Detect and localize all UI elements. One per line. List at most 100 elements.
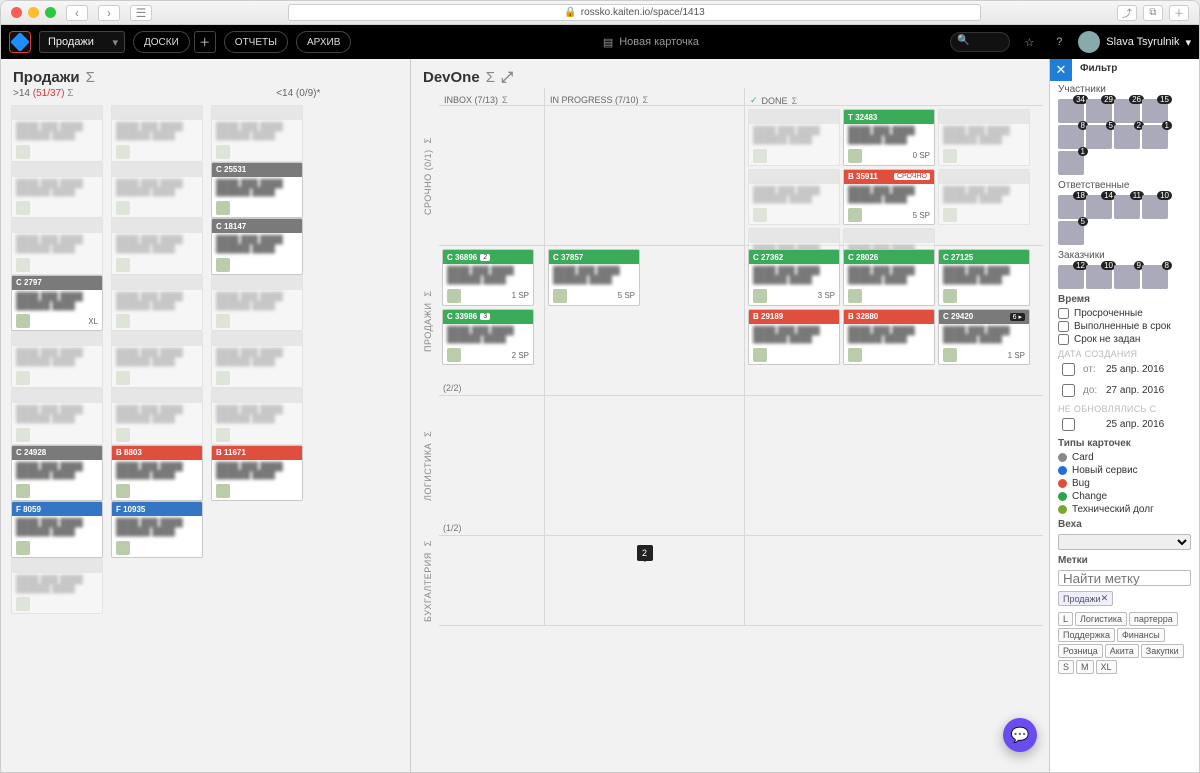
kanban-card[interactable]: C 368962 ████ ███ ██████████ ████ 1 SP — [442, 249, 534, 306]
kanban-card[interactable]: ████ ███ ██████████ ████ — [11, 331, 103, 388]
tag-option[interactable]: Финансы — [1117, 628, 1165, 642]
checkbox-overdue[interactable]: Просроченные — [1050, 307, 1199, 320]
chat-fab[interactable]: 💬 — [1003, 718, 1037, 752]
kanban-card[interactable]: ████ ███ ██████████ ████ — [111, 105, 203, 162]
find-tag-input[interactable] — [1058, 570, 1191, 586]
swimlane-label[interactable]: БУХГАЛТЕРИЯ Σ — [417, 536, 439, 626]
kanban-card[interactable]: ████ ███ ██████████ ████ — [11, 105, 103, 162]
card-type-option[interactable]: Change — [1050, 490, 1199, 503]
kanban-card[interactable]: ████ ███ ██████████ ████ — [111, 275, 203, 332]
app-logo[interactable] — [9, 31, 31, 53]
tag-selected[interactable]: Продажи ✕ — [1058, 591, 1113, 606]
milestone-select[interactable] — [1058, 534, 1191, 550]
expand-icon[interactable]: ⤢ — [501, 69, 513, 86]
tag-option[interactable]: Логистика — [1075, 612, 1127, 626]
member-avatar[interactable]: 5 — [1086, 125, 1112, 149]
tag-option[interactable]: Поддержка — [1058, 628, 1115, 642]
archive-button[interactable]: АРХИВ — [296, 31, 351, 53]
kanban-card[interactable]: ████ ███ ██████████ ████ — [938, 169, 1030, 226]
kanban-card[interactable]: ████ ███ ██████████ ████ — [211, 105, 303, 162]
kanban-card[interactable]: ████ ███ ██████████ ████ — [11, 388, 103, 445]
kanban-card[interactable]: B 29189 ████ ███ ██████████ ████ — [748, 309, 840, 366]
member-avatar[interactable]: 8 — [1142, 265, 1168, 289]
checkbox-nodue[interactable]: Срок не задан — [1050, 333, 1199, 346]
kanban-card[interactable]: C 28026 ████ ███ ██████████ ████ — [843, 249, 935, 306]
tag-option[interactable]: XL — [1096, 660, 1117, 674]
kanban-card[interactable]: C 2797 ████ ███ ██████████ ████ XL — [11, 275, 103, 332]
boards-button[interactable]: ДОСКИ — [133, 31, 190, 53]
kanban-card[interactable]: C 24928 ████ ███ ██████████ ████ — [11, 445, 103, 502]
kanban-card[interactable]: B 32880 ████ ███ ██████████ ████ — [843, 309, 935, 366]
tabs-button[interactable]: ⧉ — [1143, 5, 1163, 21]
new-card-label[interactable]: Новая карточка — [619, 36, 699, 48]
kanban-card[interactable]: ████ ███ ██████████ ████ — [748, 169, 840, 226]
kanban-card[interactable]: B 8803 ████ ███ ██████████ ████ — [111, 445, 203, 502]
sigma-icon[interactable]: Σ — [486, 69, 495, 86]
new-tab-button[interactable]: ＋ — [1169, 5, 1189, 21]
kanban-card[interactable]: T 32483 ████ ███ ██████████ ████ 0 SP — [843, 109, 935, 166]
kanban-card[interactable]: ████ ███ ██████████ ████ — [111, 162, 203, 219]
tag-option[interactable]: Акита — [1105, 644, 1139, 658]
kanban-card[interactable]: ████ ███ ██████████ ████ — [211, 331, 303, 388]
card-type-option[interactable]: Новый сервис — [1050, 464, 1199, 477]
card-type-option[interactable]: Card — [1050, 451, 1199, 464]
member-avatar[interactable]: 15 — [1142, 99, 1168, 123]
help-button[interactable]: ? — [1048, 31, 1070, 53]
kanban-card[interactable]: ████ ███ ██████████ ████ — [211, 388, 303, 445]
share-button[interactable]: ⤴ — [1117, 5, 1137, 21]
tag-option[interactable]: L — [1058, 612, 1073, 626]
member-avatar[interactable]: 5 — [1058, 221, 1084, 245]
swimlane-label[interactable]: ЛОГИСТИКА Σ — [417, 396, 439, 536]
member-avatar[interactable]: 10 — [1142, 195, 1168, 219]
member-avatar[interactable]: 1 — [1142, 125, 1168, 149]
kanban-card[interactable]: ████ ███ ██████████ ████ — [111, 388, 203, 445]
kanban-card[interactable]: ████ ███ ██████████ ████ — [111, 331, 203, 388]
member-avatar[interactable]: 34 — [1058, 99, 1084, 123]
kanban-card[interactable]: C 27125 ████ ███ ██████████ ████ — [938, 249, 1030, 306]
back-button[interactable]: ‹ — [66, 5, 88, 21]
card-type-option[interactable]: Технический долг — [1050, 503, 1199, 516]
kanban-card[interactable]: C 18147 ████ ███ ██████████ ████ — [211, 218, 303, 275]
member-avatar[interactable]: 2 — [1114, 125, 1140, 149]
kanban-card[interactable]: B 11671 ████ ███ ██████████ ████ — [211, 445, 303, 502]
user-menu[interactable]: Slava Tsyrulnik ▾ — [1078, 31, 1191, 53]
kanban-card[interactable]: C 37857 ████ ███ ██████████ ████ 5 SP — [548, 249, 640, 306]
kanban-card[interactable]: ████ ███ ██████████ ████ — [211, 275, 303, 332]
tag-option[interactable]: M — [1076, 660, 1094, 674]
space-dropdown[interactable]: Продажи — [39, 31, 125, 53]
kanban-card[interactable]: C 339863 ████ ███ ██████████ ████ 2 SP — [442, 309, 534, 366]
kanban-card[interactable]: ████ ███ ██████████ ████ — [111, 218, 203, 275]
kanban-card[interactable]: ████ ███ ██████████ ████ — [748, 109, 840, 166]
date-noupdate[interactable]: 25 апр. 2016 — [1050, 414, 1199, 435]
member-avatar[interactable]: 9 — [1114, 265, 1140, 289]
card-type-option[interactable]: Bug — [1050, 477, 1199, 490]
kanban-card[interactable]: C 27362 ████ ███ ██████████ ████ 3 SP — [748, 249, 840, 306]
tag-option[interactable]: S — [1058, 660, 1074, 674]
kanban-card[interactable]: ████ ███ ██████████ ████ — [11, 162, 103, 219]
favorite-button[interactable]: ☆ — [1018, 31, 1040, 53]
member-avatar[interactable]: 14 — [1086, 195, 1112, 219]
member-avatar[interactable]: 8 — [1058, 125, 1084, 149]
reports-button[interactable]: ОТЧЕТЫ — [224, 31, 288, 53]
kanban-card[interactable]: F 8059 ████ ███ ██████████ ████ — [11, 501, 103, 558]
tag-option[interactable]: Розница — [1058, 644, 1103, 658]
minimize-window-dot[interactable] — [28, 7, 39, 18]
sidebar-toggle-button[interactable]: ☰ — [130, 5, 152, 21]
close-window-dot[interactable] — [11, 7, 22, 18]
kanban-card[interactable]: ████ ███ ██████████ ████ — [11, 218, 103, 275]
member-avatar[interactable]: 26 — [1114, 99, 1140, 123]
close-filter-button[interactable]: ✕ — [1050, 59, 1072, 81]
maximize-window-dot[interactable] — [45, 7, 56, 18]
sigma-icon[interactable]: Σ — [86, 69, 95, 86]
kanban-card[interactable]: ████ ███ ██████████ ████ — [11, 558, 103, 615]
swimlane-label[interactable]: ПРОДАЖИ Σ — [417, 246, 439, 396]
tag-option[interactable]: партерра — [1129, 612, 1178, 626]
date-to[interactable]: до:27 апр. 2016 — [1050, 380, 1199, 401]
member-avatar[interactable]: 10 — [1086, 265, 1112, 289]
date-from[interactable]: от:25 апр. 2016 — [1050, 359, 1199, 380]
add-board-button[interactable]: ＋ — [194, 31, 216, 53]
kanban-card[interactable]: ████ ███ ██████████ ████ — [938, 109, 1030, 166]
forward-button[interactable]: › — [98, 5, 120, 21]
kanban-card[interactable]: F 10935 ████ ███ ██████████ ████ — [111, 501, 203, 558]
member-avatar[interactable]: 1 — [1058, 151, 1084, 175]
